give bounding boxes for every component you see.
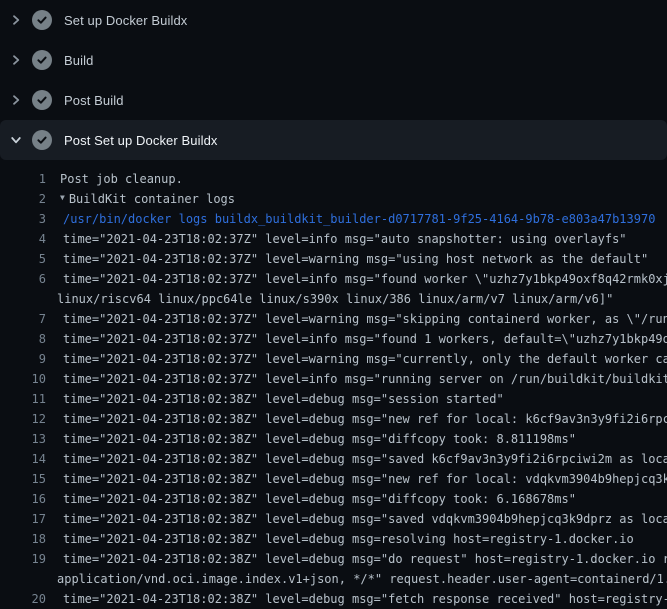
check-circle-icon <box>32 50 52 70</box>
chevron-right-icon <box>8 52 24 68</box>
log-line-text: BuildKit container logs <box>69 189 235 209</box>
log-line: 19 ▼ time="2021-04-23T18:02:38Z" level=d… <box>0 549 667 569</box>
log-line-number[interactable]: 8 <box>0 329 46 349</box>
log-line: 2 ▼ BuildKit container logs <box>0 189 667 209</box>
log-line-text: /usr/bin/docker logs buildx_buildkit_bui… <box>63 209 655 229</box>
log-line-text: time="2021-04-23T18:02:37Z" level=info m… <box>63 229 627 249</box>
log-line-text: linux/riscv64 linux/ppc64le linux/s390x … <box>57 289 613 309</box>
log-line: 18 ▼ time="2021-04-23T18:02:38Z" level=d… <box>0 529 667 549</box>
log-line-number[interactable]: 1 <box>0 169 46 189</box>
log-line-text: application/vnd.oci.image.index.v1+json,… <box>57 569 667 589</box>
log-area: 1 ▼ Post job cleanup. 2 ▼ BuildKit conta… <box>0 160 667 609</box>
step-row[interactable]: Post Set up Docker Buildx <box>0 120 667 160</box>
log-line-text: time="2021-04-23T18:02:38Z" level=debug … <box>63 549 667 569</box>
log-line: 16 ▼ time="2021-04-23T18:02:38Z" level=d… <box>0 489 667 509</box>
log-line-number[interactable]: 16 <box>0 489 46 509</box>
log-line-text: time="2021-04-23T18:02:38Z" level=debug … <box>63 509 667 529</box>
log-line-text: Post job cleanup. <box>60 169 183 189</box>
log-line-number[interactable]: 9 <box>0 349 46 369</box>
log-line: 12 ▼ time="2021-04-23T18:02:38Z" level=d… <box>0 409 667 429</box>
log-line-number[interactable]: 14 <box>0 449 46 469</box>
log-line: 1 ▼ Post job cleanup. <box>0 169 667 189</box>
step-row[interactable]: Post Build <box>0 80 667 120</box>
log-line-number[interactable]: 2 <box>0 189 46 209</box>
log-line: ▼ application/vnd.oci.image.index.v1+jso… <box>0 569 667 589</box>
log-line: 3 ▼ /usr/bin/docker logs buildx_buildkit… <box>0 209 667 229</box>
triangle-down-icon[interactable]: ▼ <box>60 189 65 208</box>
log-line: 7 ▼ time="2021-04-23T18:02:37Z" level=wa… <box>0 309 667 329</box>
log-line: ▼ linux/riscv64 linux/ppc64le linux/s390… <box>0 289 667 309</box>
step-label: Post Build <box>64 93 124 108</box>
log-line-text: time="2021-04-23T18:02:38Z" level=debug … <box>63 449 667 469</box>
log-line: 11 ▼ time="2021-04-23T18:02:38Z" level=d… <box>0 389 667 409</box>
check-circle-icon <box>32 90 52 110</box>
log-line-number[interactable]: 3 <box>0 209 46 229</box>
check-circle-icon <box>32 130 52 150</box>
log-line-number[interactable]: 17 <box>0 509 46 529</box>
log-line-text: time="2021-04-23T18:02:38Z" level=debug … <box>63 529 634 549</box>
log-line-text: time="2021-04-23T18:02:38Z" level=debug … <box>63 429 576 449</box>
check-circle-icon <box>32 10 52 30</box>
step-label: Set up Docker Buildx <box>64 13 187 28</box>
log-line-text: time="2021-04-23T18:02:38Z" level=debug … <box>63 489 576 509</box>
log-line: 15 ▼ time="2021-04-23T18:02:38Z" level=d… <box>0 469 667 489</box>
log-line-text: time="2021-04-23T18:02:38Z" level=debug … <box>63 589 667 609</box>
log-line: 6 ▼ time="2021-04-23T18:02:37Z" level=in… <box>0 269 667 289</box>
log-line-text: time="2021-04-23T18:02:38Z" level=debug … <box>63 409 667 429</box>
step-row[interactable]: Set up Docker Buildx <box>0 0 667 40</box>
chevron-down-icon <box>8 132 24 148</box>
log-line: 8 ▼ time="2021-04-23T18:02:37Z" level=in… <box>0 329 667 349</box>
step-row[interactable]: Build <box>0 40 667 80</box>
step-label: Post Set up Docker Buildx <box>64 133 218 148</box>
log-line: 14 ▼ time="2021-04-23T18:02:38Z" level=d… <box>0 449 667 469</box>
log-line-number[interactable]: 11 <box>0 389 46 409</box>
log-line-number[interactable]: 7 <box>0 309 46 329</box>
chevron-right-icon <box>8 92 24 108</box>
log-line-text: time="2021-04-23T18:02:37Z" level=warnin… <box>63 249 648 269</box>
log-line-text: time="2021-04-23T18:02:37Z" level=info m… <box>63 329 667 349</box>
log-line-text: time="2021-04-23T18:02:38Z" level=debug … <box>63 469 667 489</box>
log-line-number[interactable]: 19 <box>0 549 46 569</box>
log-line: 9 ▼ time="2021-04-23T18:02:37Z" level=wa… <box>0 349 667 369</box>
step-label: Build <box>64 53 93 68</box>
log-line-number[interactable]: 12 <box>0 409 46 429</box>
log-line: 17 ▼ time="2021-04-23T18:02:38Z" level=d… <box>0 509 667 529</box>
log-line: 13 ▼ time="2021-04-23T18:02:38Z" level=d… <box>0 429 667 449</box>
log-line: 5 ▼ time="2021-04-23T18:02:37Z" level=wa… <box>0 249 667 269</box>
log-line-number[interactable]: 5 <box>0 249 46 269</box>
log-line-text: time="2021-04-23T18:02:38Z" level=debug … <box>63 389 504 409</box>
log-line: 4 ▼ time="2021-04-23T18:02:37Z" level=in… <box>0 229 667 249</box>
actions-log-viewer: { "colors": { "page_bg": "#0a0d12", "exp… <box>0 0 667 600</box>
log-line-number[interactable]: 13 <box>0 429 46 449</box>
chevron-right-icon <box>8 12 24 28</box>
log-line-text: time="2021-04-23T18:02:37Z" level=info m… <box>63 369 667 389</box>
log-line-number[interactable]: 10 <box>0 369 46 389</box>
log-line-number[interactable]: 15 <box>0 469 46 489</box>
log-line: 20 ▼ time="2021-04-23T18:02:38Z" level=d… <box>0 589 667 609</box>
log-line-text: time="2021-04-23T18:02:37Z" level=info m… <box>63 269 667 289</box>
log-line-number[interactable]: 18 <box>0 529 46 549</box>
log-line-number[interactable]: 20 <box>0 589 46 609</box>
log-line: 10 ▼ time="2021-04-23T18:02:37Z" level=i… <box>0 369 667 389</box>
log-line-number[interactable]: 6 <box>0 269 46 289</box>
log-line-number[interactable]: 4 <box>0 229 46 249</box>
log-line-text: time="2021-04-23T18:02:37Z" level=warnin… <box>63 309 667 329</box>
steps-list: Set up Docker Buildx Build <box>0 0 667 160</box>
log-line-text: time="2021-04-23T18:02:37Z" level=warnin… <box>63 349 667 369</box>
